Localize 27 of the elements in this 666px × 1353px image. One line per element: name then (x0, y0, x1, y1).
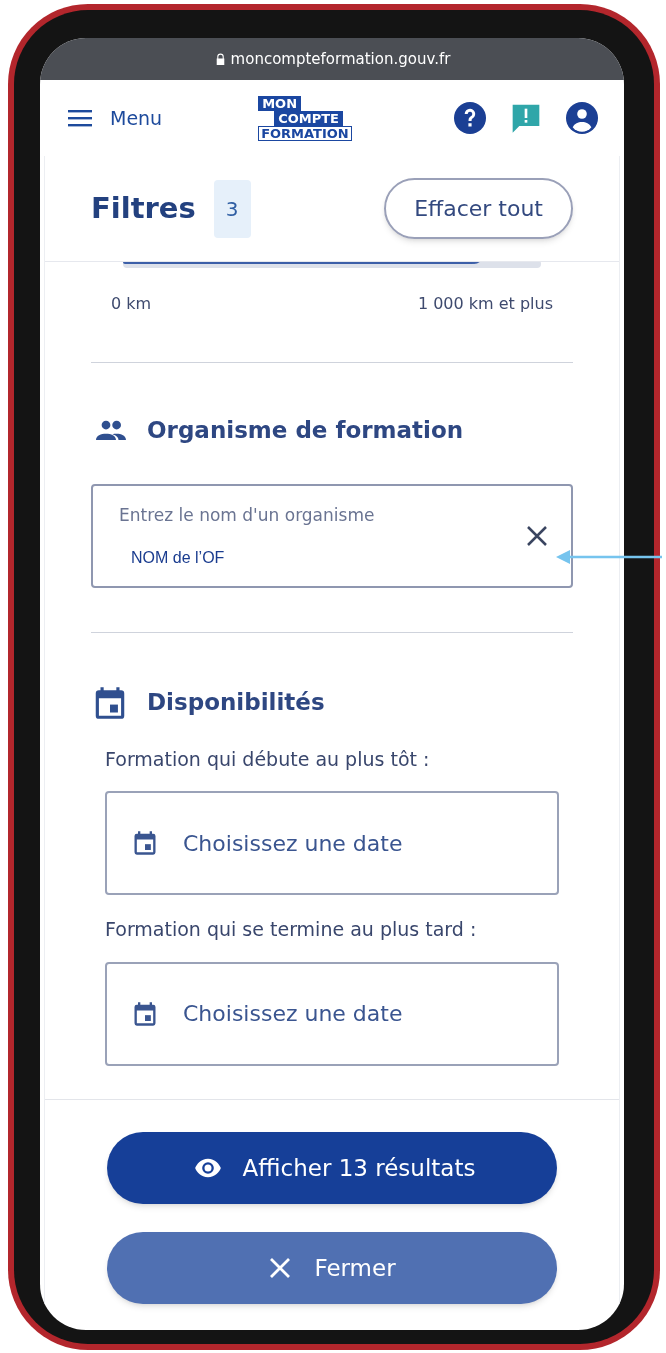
logo[interactable]: MON COMPTE FORMATION (258, 95, 352, 141)
close-button[interactable]: Fermer (107, 1232, 557, 1304)
help-icon[interactable] (454, 102, 486, 134)
date-field[interactable]: Choisissez une date (105, 961, 559, 1066)
section-title: Organisme de formation (147, 416, 464, 445)
section-title: Disponibilités (147, 688, 325, 718)
date-label: Formation qui se termine au plus tard : (105, 917, 478, 942)
date-field[interactable]: Choisissez une date (105, 791, 559, 895)
date-input[interactable]: Choisissez une date (183, 997, 533, 1030)
feedback-icon[interactable] (510, 102, 542, 134)
field-label: Entrez le nom d'un organisme (119, 503, 376, 527)
menu-button[interactable]: Menu (66, 103, 163, 133)
date-input[interactable]: Choisissez une date (183, 826, 533, 860)
url-text: moncompteformation.gouv.fr (230, 48, 451, 70)
min-distance-label: 0 km (111, 293, 152, 315)
field-value: NOM de l’OF (131, 548, 226, 569)
organisme-field[interactable]: Entrez le nom d'un organisme NOM de l’OF (91, 483, 573, 588)
filters-title: Filtres (91, 189, 196, 227)
close-icon (268, 1256, 293, 1280)
clear-all-button[interactable]: Effacer tout (384, 178, 573, 239)
filter-count-badge: 3 (213, 179, 251, 238)
close-icon[interactable] (525, 523, 549, 548)
distance-slider[interactable] (123, 262, 541, 268)
max-distance-label: 1 000 km et plus (417, 293, 553, 315)
account-icon[interactable] (566, 102, 598, 134)
show-results-button[interactable]: Afficher 13 résultats (107, 1132, 557, 1204)
date-label: Formation qui débute au plus tôt : (105, 746, 431, 772)
